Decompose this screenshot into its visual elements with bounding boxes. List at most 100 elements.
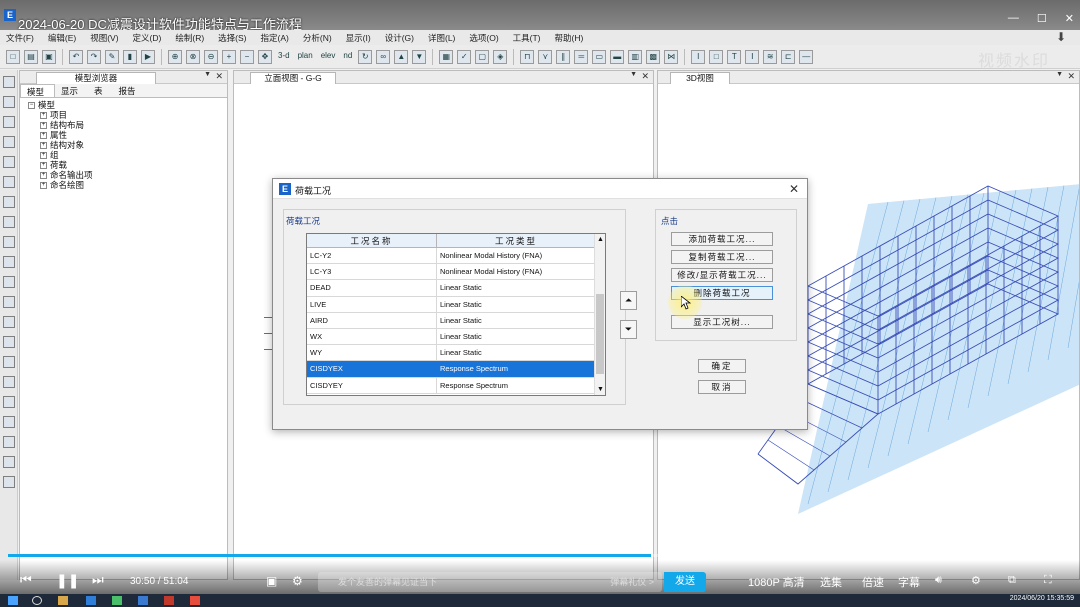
expand-icon[interactable]: + <box>40 162 47 170</box>
danmaku-settings-icon[interactable]: ⚙ <box>292 574 303 588</box>
modify-load-case-button[interactable]: 修改/显示荷载工况... <box>671 268 773 282</box>
add-load-case-button[interactable]: 添加荷载工况... <box>671 232 773 246</box>
run-icon[interactable]: ▶ <box>141 49 155 64</box>
new-file-icon[interactable]: □ <box>6 49 20 64</box>
copy-load-case-button[interactable]: 复制荷载工况... <box>671 250 773 264</box>
draw-damper-icon[interactable] <box>3 476 15 488</box>
table-row[interactable]: CISDYEX Response Spectrum <box>307 361 605 378</box>
box-section-icon[interactable]: □ <box>709 49 724 64</box>
episodes-button[interactable]: 选集 <box>820 574 842 590</box>
table-row[interactable]: LIVE Linear Static <box>307 296 605 313</box>
etabs-taskbar-icon[interactable] <box>138 596 148 605</box>
menu-help[interactable]: 帮助(H) <box>555 32 584 44</box>
subtitle-button[interactable]: 字幕 <box>898 574 920 590</box>
tree-node-layout[interactable]: + 结构布局 <box>28 120 227 130</box>
tab-reports[interactable]: 报告 <box>113 84 146 97</box>
draw-wave-icon[interactable] <box>3 396 15 408</box>
picture-in-picture-icon[interactable]: ⧉ <box>1008 574 1016 587</box>
brace-icon[interactable]: ⋎ <box>538 49 553 64</box>
table-row[interactable]: DEAD Linear Static <box>307 280 605 297</box>
close-icon[interactable]: ✕ <box>1065 12 1074 25</box>
scroll-down-icon[interactable]: ▼ <box>595 384 605 395</box>
download-icon[interactable]: ⬇ <box>1056 30 1066 44</box>
frame-icon[interactable]: ⊓ <box>520 49 535 64</box>
draw-brace-icon[interactable] <box>3 136 15 148</box>
speed-button[interactable]: 倍速 <box>862 574 884 590</box>
expand-icon[interactable]: + <box>40 112 47 120</box>
glasses-icon[interactable]: ∞ <box>376 49 391 64</box>
elevation-view-tab[interactable]: 立面视图 - G-G <box>250 72 336 84</box>
pointer-icon[interactable] <box>3 76 15 88</box>
tab-tables[interactable]: 表 <box>88 84 113 97</box>
tree-node-groups[interactable]: + 组 <box>28 150 227 160</box>
menu-options[interactable]: 选项(O) <box>469 32 498 44</box>
menu-design[interactable]: 设计(G) <box>385 32 414 44</box>
i-section-icon[interactable]: I <box>691 49 706 64</box>
slab-icon[interactable]: ▬ <box>610 49 625 64</box>
cube-icon[interactable]: ◈ <box>493 49 508 64</box>
menu-draw[interactable]: 绘制(R) <box>175 32 204 44</box>
maximize-icon[interactable]: ☐ <box>1037 12 1047 25</box>
lock-icon[interactable]: ▮ <box>123 49 137 64</box>
menu-edit[interactable]: 编辑(E) <box>48 32 76 44</box>
next-icon[interactable]: ⏭ <box>92 572 104 588</box>
previous-icon[interactable]: ⏮ <box>20 572 32 588</box>
chrome-icon[interactable] <box>112 596 122 605</box>
expand-icon[interactable]: + <box>40 152 47 160</box>
expand-icon[interactable]: + <box>40 182 47 190</box>
menu-file[interactable]: 文件(F) <box>6 32 34 44</box>
expand-icon[interactable]: + <box>40 172 47 180</box>
menu-define[interactable]: 定义(D) <box>133 32 162 44</box>
table-row[interactable]: CISDYEY Response Spectrum <box>307 377 605 394</box>
video-app-taskbar-icon[interactable] <box>190 596 200 605</box>
menu-tools[interactable]: 工具(T) <box>513 32 541 44</box>
collapse-icon[interactable]: − <box>28 102 35 110</box>
minimize-icon[interactable]: — <box>1008 12 1019 25</box>
line-section-icon[interactable]: — <box>799 49 814 64</box>
check-icon[interactable]: ✓ <box>457 49 472 64</box>
ok-button[interactable]: 确定 <box>698 359 746 373</box>
edge-icon[interactable] <box>86 596 96 605</box>
open-file-icon[interactable]: ▤ <box>24 49 38 64</box>
cancel-button[interactable]: 取消 <box>698 380 746 394</box>
draw-grid-icon[interactable] <box>3 356 15 368</box>
send-button[interactable]: 发送 <box>664 572 706 592</box>
draw-slab-icon[interactable] <box>3 296 15 308</box>
tree-node-project[interactable]: + 项目 <box>28 110 227 120</box>
channel-section-icon[interactable]: ⊏ <box>781 49 796 64</box>
scroll-up-icon[interactable]: ▲ <box>595 234 605 245</box>
wide-section-icon[interactable]: Ⅰ <box>745 49 760 64</box>
draw-tendon-icon[interactable] <box>3 376 15 388</box>
menu-view[interactable]: 视图(V) <box>90 32 118 44</box>
draw-point-icon[interactable] <box>3 316 15 328</box>
undo-icon[interactable]: ↶ <box>69 49 83 64</box>
search-icon[interactable] <box>32 596 42 605</box>
app-taskbar-icon[interactable] <box>164 596 174 605</box>
menu-display[interactable]: 显示(I) <box>346 32 371 44</box>
tree-node-objects[interactable]: + 结构对象 <box>28 140 227 150</box>
zoom-window-icon[interactable]: ⊕ <box>168 49 182 64</box>
tab-model[interactable]: 模型 <box>20 84 56 97</box>
move-down-button[interactable]: ⏷ <box>620 320 637 339</box>
expand-icon[interactable]: + <box>40 142 47 150</box>
expand-icon[interactable]: + <box>40 122 47 130</box>
draw-wall-icon[interactable] <box>3 256 15 268</box>
panel-pin-icon[interactable]: ▼ <box>630 71 637 78</box>
area-icon[interactable]: ▩ <box>646 49 661 64</box>
view-3d-button[interactable]: 3-d <box>276 50 292 64</box>
rotate-icon[interactable]: ↻ <box>358 49 373 64</box>
draw-beam-icon[interactable] <box>3 176 15 188</box>
draw-rect-icon[interactable] <box>3 236 15 248</box>
column-header-name[interactable]: 工况名称 <box>307 234 437 247</box>
draw-area-icon[interactable] <box>3 216 15 228</box>
draw-ruler-icon[interactable] <box>3 436 15 448</box>
table-row[interactable]: AIRD Linear Static <box>307 312 605 329</box>
pencil-icon[interactable]: ✎ <box>105 49 119 64</box>
spring-icon[interactable]: ≋ <box>763 49 778 64</box>
column-icon[interactable]: ∥ <box>556 49 571 64</box>
panel-close-icon[interactable]: ✕ <box>215 71 223 82</box>
settings-icon[interactable]: ⚙ <box>971 574 981 587</box>
panel-close-icon[interactable]: ✕ <box>1067 71 1075 82</box>
view-plan-button[interactable]: plan <box>296 50 315 64</box>
quality-button[interactable]: 1080P 高清 <box>748 574 805 590</box>
